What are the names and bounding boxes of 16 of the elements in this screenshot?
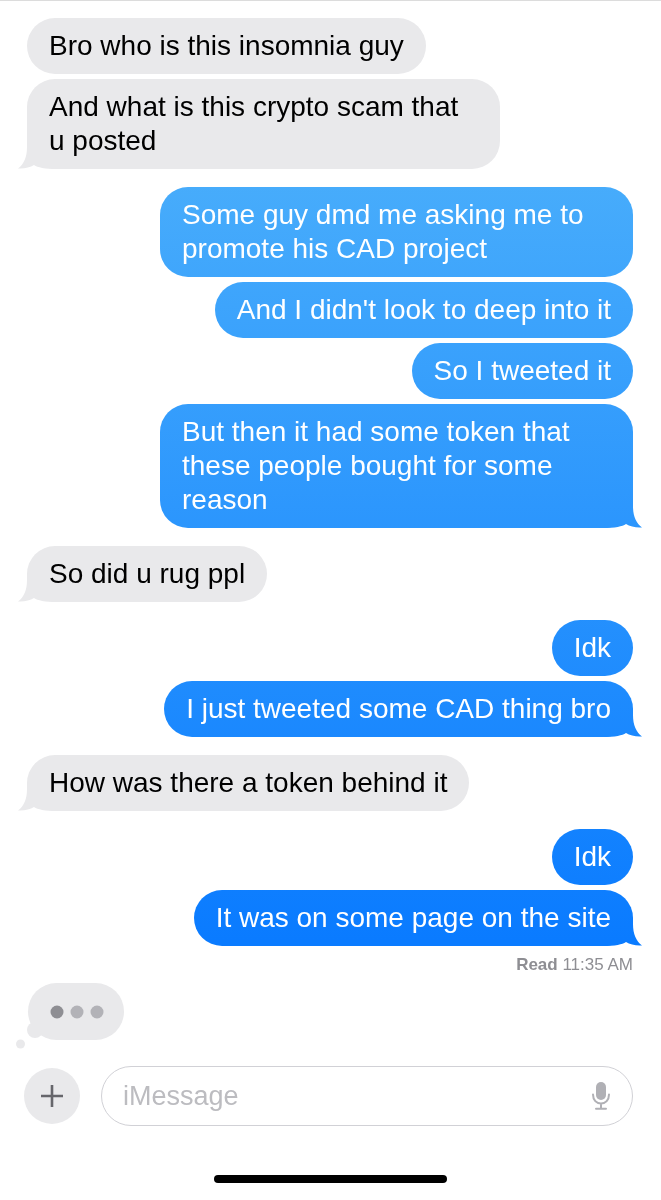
plus-icon [41, 1085, 63, 1107]
sent-message-bubble: I just tweeted some CAD thing bro [164, 681, 642, 737]
received-message-bubble: And what is this crypto scam that u posted [18, 79, 500, 169]
add-button[interactable] [24, 1068, 80, 1124]
sent-message-bubble: So I tweeted it [411, 343, 633, 399]
received-message-bubble: How was there a token behind it [18, 755, 470, 811]
sent-message-bubble: And I didn't look to deep into it [214, 282, 633, 338]
sent-message-bubble: It was on some page on the site [193, 890, 642, 946]
sent-message-bubble: But then it had some token that these people bought for some reason [160, 404, 642, 528]
sent-message-bubble: Idk [551, 620, 633, 676]
message-field[interactable]: iMessage [101, 1066, 633, 1126]
received-message-bubble: Bro who is this insomnia guy [27, 18, 426, 74]
received-message-bubble: So did u rug ppl [18, 546, 268, 602]
sent-message-bubble: Idk [551, 829, 633, 885]
sent-message-bubble: Some guy dmd me asking me to promote his CAD project [160, 187, 633, 277]
read-receipt: Read 11:35 AM [516, 955, 633, 975]
